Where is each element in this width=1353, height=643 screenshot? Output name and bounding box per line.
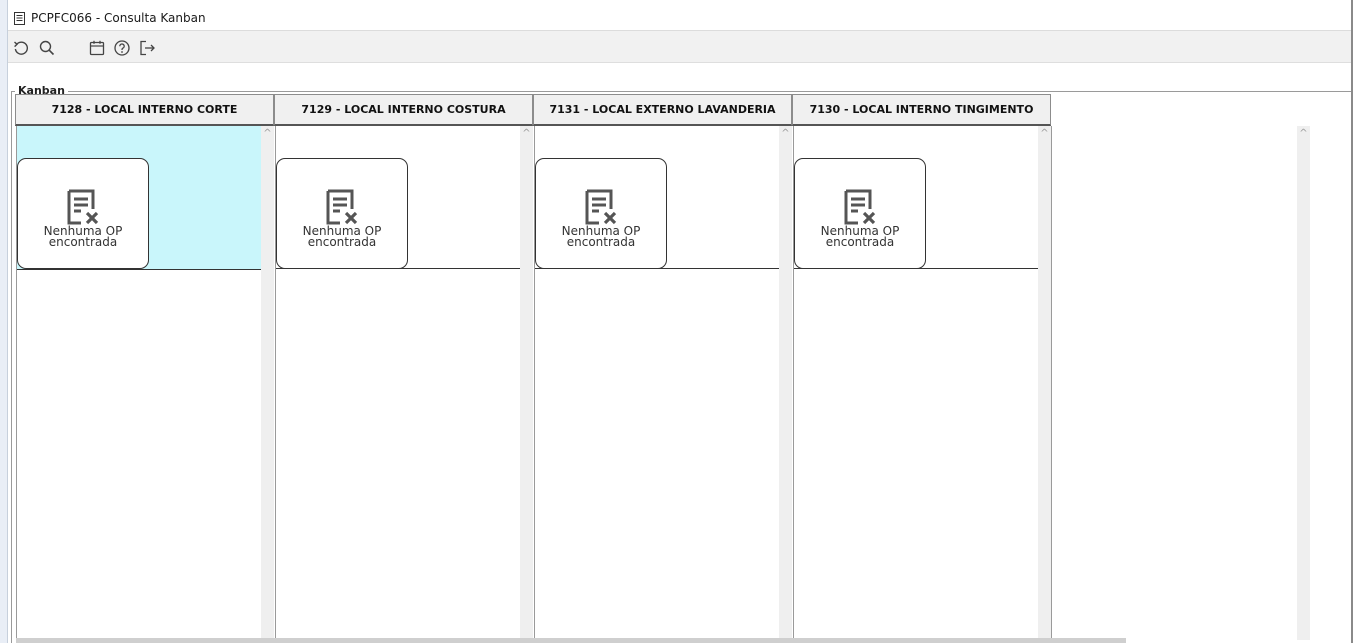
scroll-up-icon[interactable]: ^ bbox=[1297, 128, 1310, 140]
empty-state-card: Nenhuma OP encontrada bbox=[535, 158, 667, 269]
document-icon bbox=[14, 10, 25, 25]
column-scrollbar[interactable]: ^ bbox=[261, 126, 274, 640]
help-icon[interactable] bbox=[113, 39, 131, 57]
empty-state-text: Nenhuma OP encontrada bbox=[277, 225, 407, 249]
column-header-tingimento[interactable]: 7130 - LOCAL INTERNO TINGIMENTO bbox=[792, 94, 1051, 126]
column-divider bbox=[1051, 126, 1052, 640]
scroll-up-icon[interactable]: ^ bbox=[1038, 128, 1051, 140]
column-header-costura[interactable]: 7129 - LOCAL INTERNO COSTURA bbox=[274, 94, 533, 126]
exit-icon[interactable] bbox=[138, 39, 156, 57]
title-bar: PCPFC066 - Consulta Kanban bbox=[8, 0, 1353, 31]
column-scrollbar[interactable]: ^ bbox=[779, 126, 792, 640]
empty-state-card: Nenhuma OP encontrada bbox=[276, 158, 408, 269]
group-border-left bbox=[11, 91, 12, 643]
empty-state-card: Nenhuma OP encontrada bbox=[17, 158, 149, 269]
kanban-column-tingimento[interactable]: Nenhuma OP encontrada bbox=[793, 126, 1038, 640]
empty-state-line-2: encontrada bbox=[566, 235, 636, 249]
search-icon[interactable] bbox=[38, 39, 56, 57]
no-records-icon bbox=[583, 189, 619, 225]
toolbar bbox=[8, 31, 1353, 63]
empty-state-card: Nenhuma OP encontrada bbox=[794, 158, 926, 269]
column-scrollbar[interactable]: ^ bbox=[520, 126, 533, 640]
kanban-column-costura[interactable]: Nenhuma OP encontrada bbox=[275, 126, 520, 640]
empty-state-line-2: encontrada bbox=[307, 235, 377, 249]
kanban-column-lavanderia[interactable]: Nenhuma OP encontrada bbox=[534, 126, 779, 640]
window-title: PCPFC066 - Consulta Kanban bbox=[31, 11, 206, 25]
no-records-icon bbox=[65, 189, 101, 225]
column-header-corte[interactable]: 7128 - LOCAL INTERNO CORTE bbox=[15, 94, 274, 126]
empty-state-text: Nenhuma OP encontrada bbox=[536, 225, 666, 249]
empty-state-line-2: encontrada bbox=[48, 235, 118, 249]
refresh-icon[interactable] bbox=[12, 39, 30, 57]
calendar-icon[interactable] bbox=[88, 39, 106, 57]
horizontal-scrollbar[interactable] bbox=[16, 638, 1126, 643]
column-header-lavanderia[interactable]: 7131 - LOCAL EXTERNO LAVANDERIA bbox=[533, 94, 792, 126]
column-scrollbar[interactable]: ^ bbox=[1038, 126, 1051, 640]
kanban-column-corte[interactable]: Nenhuma OP encontrada bbox=[16, 126, 261, 640]
no-records-icon bbox=[324, 189, 360, 225]
scroll-up-icon[interactable]: ^ bbox=[779, 128, 792, 140]
no-records-icon bbox=[842, 189, 878, 225]
outer-scrollbar[interactable]: ^ bbox=[1297, 126, 1310, 640]
scroll-up-icon[interactable]: ^ bbox=[520, 128, 533, 140]
window-frame-left bbox=[0, 0, 8, 643]
group-border-top bbox=[11, 91, 1353, 92]
empty-state-text: Nenhuma OP encontrada bbox=[18, 225, 148, 249]
empty-state-line-2: encontrada bbox=[825, 235, 895, 249]
scroll-up-icon[interactable]: ^ bbox=[261, 128, 274, 140]
empty-state-text: Nenhuma OP encontrada bbox=[795, 225, 925, 249]
